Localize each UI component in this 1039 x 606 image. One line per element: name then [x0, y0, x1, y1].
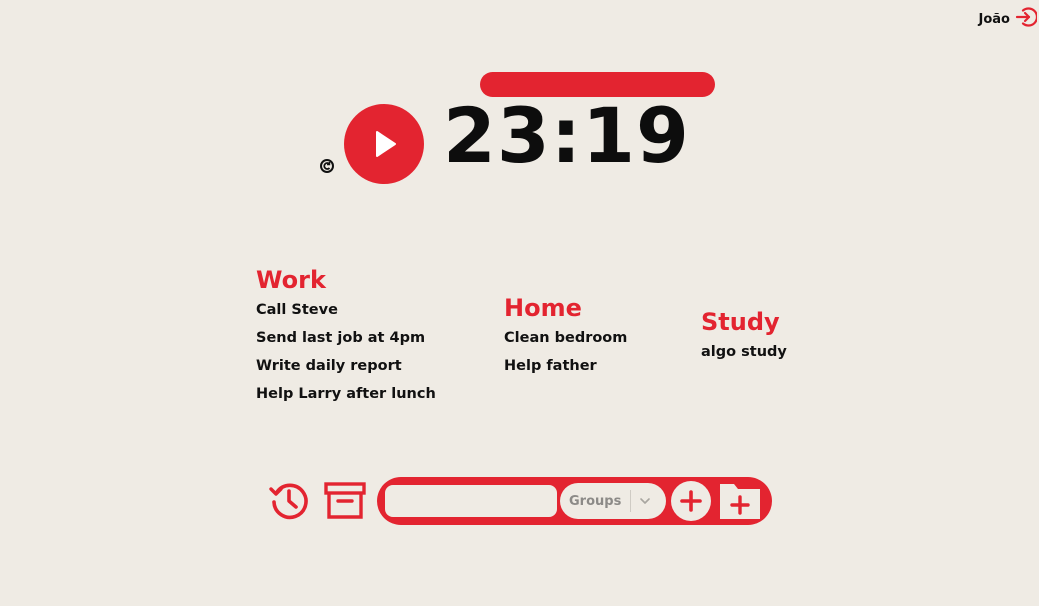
group-title: Study	[701, 308, 780, 336]
task-item[interactable]: Help Larry after lunch	[256, 380, 436, 408]
folder-plus-icon	[720, 484, 760, 519]
task-item[interactable]: Write daily report	[256, 352, 436, 380]
group-home: Home Clean bedroom Help father	[504, 294, 627, 380]
timer-display: 23:19	[443, 91, 690, 180]
play-icon	[376, 131, 396, 157]
history-icon[interactable]	[268, 479, 310, 525]
archive-icon[interactable]	[324, 481, 366, 525]
group-work: Work Call Steve Send last job at 4pm Wri…	[256, 266, 436, 408]
user-name: João	[978, 11, 1010, 27]
add-group-button[interactable]	[719, 483, 761, 523]
task-input[interactable]	[385, 485, 557, 517]
task-entry-bar: Groups	[377, 477, 772, 525]
reset-icon[interactable]	[319, 158, 335, 178]
group-title: Home	[504, 294, 582, 322]
user-menu[interactable]: João	[978, 6, 1039, 32]
task-item[interactable]: algo study	[701, 338, 787, 366]
task-item[interactable]: Clean bedroom	[504, 324, 627, 352]
task-item[interactable]: Call Steve	[256, 296, 436, 324]
group-study: Study algo study	[701, 308, 787, 366]
task-item[interactable]: Send last job at 4pm	[256, 324, 436, 352]
plus-icon	[680, 490, 702, 512]
logout-icon[interactable]	[1015, 6, 1039, 32]
groups-dropdown[interactable]: Groups	[560, 483, 666, 519]
group-title: Work	[256, 266, 326, 294]
chevron-down-icon	[639, 492, 651, 511]
task-item[interactable]: Help father	[504, 352, 627, 380]
dropdown-separator	[630, 490, 631, 512]
groups-placeholder: Groups	[569, 493, 622, 509]
play-button[interactable]	[344, 104, 424, 184]
add-task-button[interactable]	[671, 481, 711, 521]
